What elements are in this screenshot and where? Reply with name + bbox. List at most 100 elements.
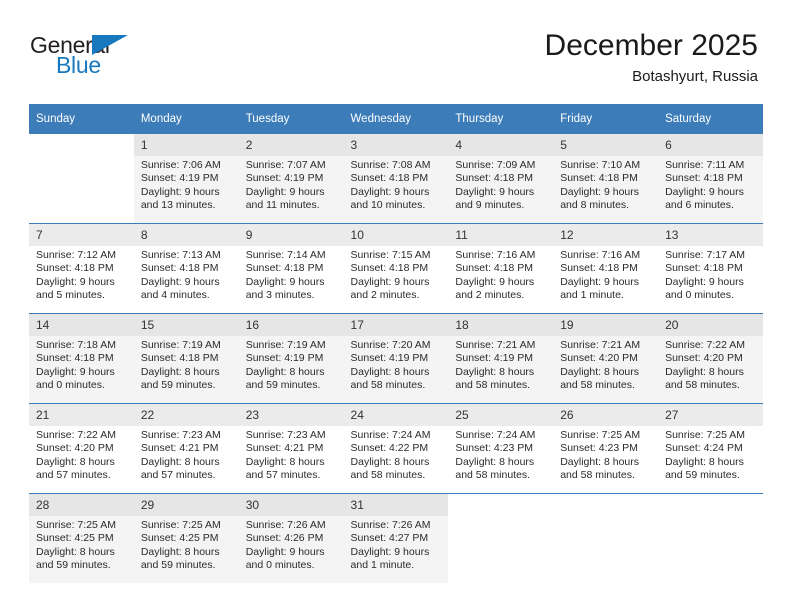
sun-info: Sunrise: 7:19 AM Sunset: 4:19 PM Daylight:… (239, 336, 344, 393)
sun-info: Sunrise: 7:23 AM Sunset: 4:21 PM Daylight:… (239, 426, 344, 483)
sun-info-line: Sunrise: 7:09 AM (455, 159, 536, 171)
calendar-day-cell[interactable]: 22 Sunrise: 7:23 AM Sunset: 4:21 PM Dayligh… (133, 403, 239, 494)
calendar-day-cell[interactable]: 16 Sunrise: 7:19 AM Sunset: 4:19 PM Dayligh… (238, 313, 344, 404)
calendar-day-cell[interactable]: 30 Sunrise: 7:26 AM Sunset: 4:26 PM Dayligh… (238, 493, 344, 583)
calendar-day-cell[interactable]: 4 Sunrise: 7:09 AM Sunset: 4:18 PM Daylight… (448, 133, 554, 224)
sun-info-line: and 1 minute. (560, 289, 624, 302)
calendar-day-cell[interactable]: 27 Sunrise: 7:25 AM Sunset: 4:24 PM Dayligh… (658, 403, 763, 494)
day-number: 22 (133, 404, 239, 426)
sun-info-line: Sunrise: 7:20 AM (350, 339, 431, 351)
day-number: 2 (238, 134, 344, 156)
sun-info-line: Sunset: 4:18 PM (560, 262, 638, 275)
day-number: 17 (343, 314, 449, 336)
calendar-day-cell[interactable]: 13 Sunrise: 7:17 AM Sunset: 4:18 PM Dayligh… (658, 223, 763, 314)
calendar-day-cell[interactable]: 17 Sunrise: 7:20 AM Sunset: 4:19 PM Dayligh… (343, 313, 449, 404)
sun-info: Sunrise: 7:13 AM Sunset: 4:18 PM Daylight:… (134, 246, 239, 303)
generalblue-logo[interactable]: General Blue (30, 32, 150, 82)
sun-info-line: and 2 minutes. (455, 289, 525, 302)
day-number (658, 494, 763, 516)
sun-info: Sunrise: 7:09 AM Sunset: 4:18 PM Daylight:… (448, 156, 553, 213)
sun-info-line: Sunset: 4:19 PM (140, 172, 219, 185)
calendar-day-cell[interactable]: 24 Sunrise: 7:24 AM Sunset: 4:22 PM Dayligh… (343, 403, 449, 494)
day-number: 21 (29, 404, 134, 426)
day-number: 23 (238, 404, 344, 426)
sun-info-line: Sunrise: 7:10 AM (560, 159, 641, 171)
calendar-day-cell[interactable]: 3 Sunrise: 7:08 AM Sunset: 4:18 PM Daylight… (343, 133, 449, 224)
calendar-day-cell[interactable]: 29 Sunrise: 7:25 AM Sunset: 4:25 PM Dayligh… (133, 493, 239, 583)
calendar-day-cell[interactable]: 6 Sunrise: 7:11 AM Sunset: 4:18 PM Daylight… (658, 133, 763, 224)
day-number: 31 (343, 494, 449, 516)
sun-info-line: Sunrise: 7:25 AM (665, 429, 746, 441)
sun-info: Sunrise: 7:16 AM Sunset: 4:18 PM Daylight:… (553, 246, 658, 303)
sun-info-line: Sunrise: 7:19 AM (245, 339, 326, 351)
sun-info-line: Daylight: 8 hours (455, 365, 535, 378)
sun-info-line: Sunset: 4:20 PM (665, 352, 743, 365)
sun-info-line: Daylight: 9 hours (560, 275, 640, 288)
calendar-body: 1 Sunrise: 7:06 AM Sunset: 4:19 PM Daylight… (29, 133, 763, 583)
sun-info-line: and 59 minutes. (140, 379, 216, 392)
calendar-week-row: 7 Sunrise: 7:12 AM Sunset: 4:18 PM Daylight… (29, 223, 763, 314)
calendar-day-cell[interactable]: 26 Sunrise: 7:25 AM Sunset: 4:23 PM Dayligh… (553, 403, 659, 494)
calendar-day-cell[interactable]: 23 Sunrise: 7:23 AM Sunset: 4:21 PM Dayligh… (238, 403, 344, 494)
calendar-day-cell[interactable]: 8 Sunrise: 7:13 AM Sunset: 4:18 PM Daylight… (133, 223, 239, 314)
sun-info: Sunrise: 7:26 AM Sunset: 4:26 PM Daylight:… (239, 516, 344, 573)
sun-info-line: Sunset: 4:22 PM (350, 442, 429, 455)
calendar-day-cell[interactable]: 25 Sunrise: 7:24 AM Sunset: 4:23 PM Dayligh… (448, 403, 554, 494)
sun-info-line: and 2 minutes. (350, 289, 420, 302)
sun-info-line: Sunrise: 7:23 AM (245, 429, 326, 441)
sun-info-line: Sunrise: 7:12 AM (36, 249, 116, 261)
sun-info: Sunrise: 7:06 AM Sunset: 4:19 PM Daylight:… (134, 156, 239, 213)
sun-info: Sunrise: 7:19 AM Sunset: 4:18 PM Daylight:… (134, 336, 239, 393)
day-number: 25 (448, 404, 554, 426)
calendar-day-cell[interactable]: 14 Sunrise: 7:18 AM Sunset: 4:18 PM Dayligh… (29, 313, 134, 404)
sun-info-line: and 11 minutes. (245, 199, 320, 212)
calendar-week-row: 21 Sunrise: 7:22 AM Sunset: 4:20 PM Dayligh… (29, 403, 763, 494)
sun-info-line: Sunset: 4:18 PM (665, 262, 743, 275)
sun-info-line: Daylight: 8 hours (665, 365, 744, 378)
calendar-day-cell[interactable]: 20 Sunrise: 7:22 AM Sunset: 4:20 PM Dayligh… (658, 313, 763, 404)
calendar-day-cell[interactable]: 1 Sunrise: 7:06 AM Sunset: 4:19 PM Daylight… (133, 133, 239, 224)
sun-info-line: Daylight: 8 hours (350, 455, 430, 468)
sun-info-line: Sunrise: 7:08 AM (350, 159, 431, 171)
sun-info-line: Sunrise: 7:17 AM (665, 249, 746, 261)
sun-info: Sunrise: 7:24 AM Sunset: 4:23 PM Daylight:… (448, 426, 553, 483)
day-number (553, 494, 658, 516)
sun-info-line: and 58 minutes. (560, 379, 635, 392)
sun-info: Sunrise: 7:20 AM Sunset: 4:19 PM Daylight:… (344, 336, 449, 393)
calendar-day-cell[interactable]: 2 Sunrise: 7:07 AM Sunset: 4:19 PM Daylight… (238, 133, 344, 224)
calendar-day-cell[interactable]: 11 Sunrise: 7:16 AM Sunset: 4:18 PM Dayligh… (448, 223, 554, 314)
sun-info-line: Sunset: 4:23 PM (560, 442, 638, 455)
calendar-day-cell[interactable]: 31 Sunrise: 7:26 AM Sunset: 4:27 PM Dayligh… (343, 493, 449, 583)
calendar-day-cell[interactable]: 28 Sunrise: 7:25 AM Sunset: 4:25 PM Dayligh… (29, 493, 134, 583)
day-number: 15 (133, 314, 239, 336)
sun-info: Sunrise: 7:15 AM Sunset: 4:18 PM Daylight:… (344, 246, 449, 303)
calendar-day-cell[interactable]: 5 Sunrise: 7:10 AM Sunset: 4:18 PM Daylight… (553, 133, 659, 224)
day-number (29, 134, 134, 156)
calendar-day-cell[interactable]: 21 Sunrise: 7:22 AM Sunset: 4:20 PM Dayligh… (29, 403, 134, 494)
sun-info-line: Daylight: 9 hours (140, 185, 220, 198)
sun-info: Sunrise: 7:11 AM Sunset: 4:18 PM Daylight:… (658, 156, 763, 213)
calendar-day-cell[interactable]: 18 Sunrise: 7:21 AM Sunset: 4:19 PM Dayligh… (448, 313, 554, 404)
day-number (448, 494, 553, 516)
sun-info-line: Daylight: 9 hours (560, 185, 640, 198)
sun-info-line: Sunrise: 7:07 AM (245, 159, 326, 171)
sun-info: Sunrise: 7:25 AM Sunset: 4:24 PM Daylight:… (658, 426, 763, 483)
calendar-day-cell[interactable]: 7 Sunrise: 7:12 AM Sunset: 4:18 PM Daylight… (29, 223, 134, 314)
sun-info-line: and 58 minutes. (455, 469, 531, 482)
sun-info-line: Sunset: 4:18 PM (455, 262, 534, 275)
calendar-day-cell[interactable]: 10 Sunrise: 7:15 AM Sunset: 4:18 PM Dayligh… (343, 223, 449, 314)
sun-info-line: Daylight: 9 hours (665, 185, 744, 198)
calendar-cell-empty (553, 493, 659, 583)
calendar-day-cell[interactable]: 9 Sunrise: 7:14 AM Sunset: 4:18 PM Daylight… (238, 223, 344, 314)
sun-info-line: and 57 minutes. (36, 469, 111, 482)
sun-info-line: Daylight: 9 hours (245, 185, 325, 198)
calendar-day-cell[interactable]: 15 Sunrise: 7:19 AM Sunset: 4:18 PM Dayligh… (133, 313, 239, 404)
calendar-day-cell[interactable]: 19 Sunrise: 7:21 AM Sunset: 4:20 PM Dayligh… (553, 313, 659, 404)
calendar-day-cell[interactable]: 12 Sunrise: 7:16 AM Sunset: 4:18 PM Dayligh… (553, 223, 659, 314)
sun-info-line: Sunrise: 7:06 AM (140, 159, 221, 171)
sun-info-line: Daylight: 9 hours (140, 275, 220, 288)
sun-info-line: Sunrise: 7:13 AM (140, 249, 221, 261)
sun-info: Sunrise: 7:22 AM Sunset: 4:20 PM Daylight:… (658, 336, 763, 393)
sun-info: Sunrise: 7:24 AM Sunset: 4:22 PM Daylight:… (344, 426, 449, 483)
day-number: 7 (29, 224, 134, 246)
